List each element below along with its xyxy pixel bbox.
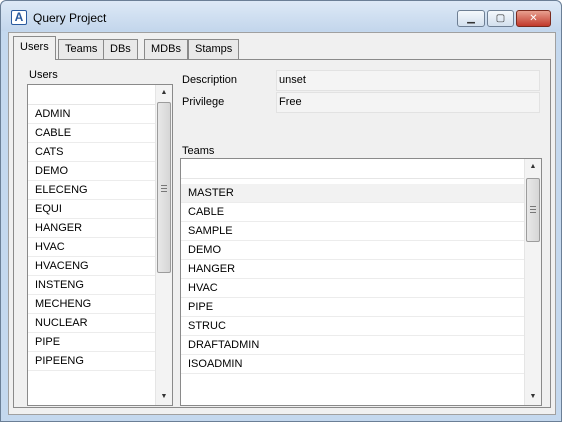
users-tab-panel: Users ADMIN CABLE CATS DEMO ELECENG EQUI HANGE…	[13, 59, 551, 408]
teams-scrollbar[interactable]: ▲ ▼	[524, 159, 541, 405]
list-item[interactable]: STRUC	[181, 317, 524, 336]
list-item[interactable]: INSTENG	[28, 276, 155, 295]
list-item[interactable]: DEMO	[181, 241, 524, 260]
list-item[interactable]: SAMPLE	[181, 222, 524, 241]
close-button[interactable]: ✕	[516, 10, 551, 27]
list-item[interactable]: DRAFTADMIN	[181, 336, 524, 355]
tab-teams[interactable]: Teams	[58, 39, 105, 59]
teams-rows: MASTER CABLE SAMPLE DEMO HANGER HVAC PIPE STRUC…	[181, 184, 524, 374]
grip-icon	[161, 185, 167, 192]
scroll-up-icon[interactable]: ▲	[156, 85, 172, 101]
list-item[interactable]: HVAC	[181, 279, 524, 298]
minimize-icon: ▁	[467, 13, 475, 24]
list-item[interactable]: ISOADMIN	[181, 355, 524, 374]
list-item[interactable]: PIPEENG	[28, 352, 155, 371]
list-item[interactable]: PIPE	[181, 298, 524, 317]
list-item[interactable]: EQUI	[28, 200, 155, 219]
users-rows: ADMIN CABLE CATS DEMO ELECENG EQUI HANGER HVAC H…	[28, 105, 155, 371]
privilege-label: Privilege	[182, 96, 225, 108]
users-scrollbar[interactable]: ▲ ▼	[155, 85, 172, 405]
list-item[interactable]: MECHENG	[28, 295, 155, 314]
privilege-field: Free	[276, 92, 540, 113]
tab-mdbs[interactable]: MDBs	[144, 39, 188, 59]
list-item[interactable]: ADMIN	[28, 105, 155, 124]
description-field: unset	[276, 70, 540, 91]
list-item[interactable]: HANGER	[181, 260, 524, 279]
maximize-icon: ▢	[495, 13, 506, 24]
window-title: Query Project	[33, 11, 107, 25]
query-project-window: A Query Project ▁ ▢ ✕ Users Teams DBs MD…	[0, 0, 562, 422]
minimize-button[interactable]: ▁	[457, 10, 485, 27]
list-item[interactable]: ELECENG	[28, 181, 155, 200]
teams-list: MASTER CABLE SAMPLE DEMO HANGER HVAC PIPE STRUC…	[180, 158, 542, 406]
teams-filter-input[interactable]	[181, 159, 524, 179]
list-item[interactable]: MASTER	[181, 184, 524, 203]
list-item[interactable]: CABLE	[28, 124, 155, 143]
close-icon: ✕	[529, 13, 538, 24]
tab-dbs[interactable]: DBs	[103, 39, 138, 59]
scroll-thumb[interactable]	[526, 178, 540, 242]
client-area: Users Teams DBs MDBs Stamps Users ADMIN C…	[8, 32, 556, 415]
grip-icon	[530, 206, 536, 213]
scroll-up-icon[interactable]: ▲	[525, 159, 541, 175]
description-label: Description	[182, 74, 238, 86]
list-item[interactable]: CATS	[28, 143, 155, 162]
tab-stamps[interactable]: Stamps	[188, 39, 240, 59]
maximize-button[interactable]: ▢	[487, 10, 514, 27]
users-list: ADMIN CABLE CATS DEMO ELECENG EQUI HANGER HVAC H…	[27, 84, 173, 406]
list-item[interactable]: PIPE	[28, 333, 155, 352]
list-item[interactable]: NUCLEAR	[28, 314, 155, 333]
list-item[interactable]: CABLE	[181, 203, 524, 222]
list-item[interactable]: DEMO	[28, 162, 155, 181]
scroll-down-icon[interactable]: ▼	[156, 389, 172, 405]
scroll-down-icon[interactable]: ▼	[525, 389, 541, 405]
users-label: Users	[29, 69, 58, 81]
list-item[interactable]: HANGER	[28, 219, 155, 238]
list-item[interactable]: HVACENG	[28, 257, 155, 276]
teams-label: Teams	[182, 145, 215, 157]
scroll-thumb[interactable]	[157, 102, 171, 273]
list-item[interactable]: HVAC	[28, 238, 155, 257]
app-icon: A	[11, 10, 27, 25]
users-filter-input[interactable]	[28, 85, 155, 105]
title-bar[interactable]: A Query Project ▁ ▢ ✕	[1, 1, 561, 31]
tab-users[interactable]: Users	[13, 36, 56, 60]
